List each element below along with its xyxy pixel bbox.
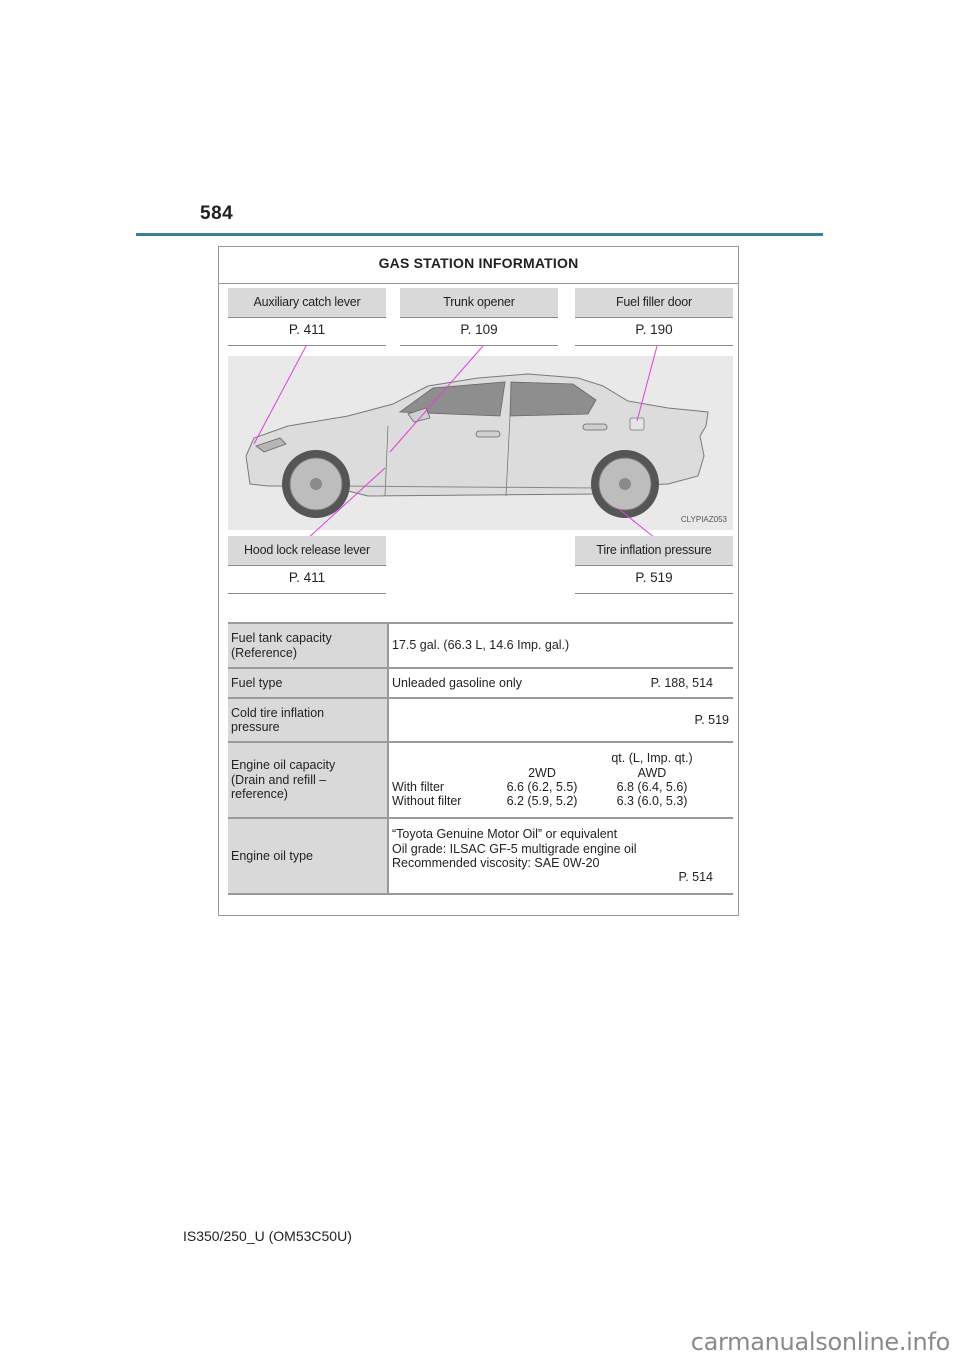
callout-auxiliary-catch-lever: Auxiliary catch lever P. 411 <box>228 288 386 346</box>
col-header-2wd: 2WD <box>528 765 556 780</box>
callout-trunk-opener: Trunk opener P. 109 <box>400 288 558 346</box>
car-side-view-icon <box>245 373 709 518</box>
key-text: Cold tire inflation <box>231 705 325 720</box>
key-text: Engine oil capacity <box>231 758 336 773</box>
page-reference-link[interactable]: P. 519 <box>575 566 733 594</box>
row-key: Fuel type <box>228 667 389 698</box>
oil-type-line: Recommended viscosity: SAE 0W-20 <box>392 856 600 870</box>
callout-label: Hood lock release lever <box>228 536 386 566</box>
table-row-engine-oil-capacity: Engine oil capacity (Drain and refill – … <box>228 741 733 818</box>
page-reference-link[interactable]: P. 411 <box>228 566 386 594</box>
oil-value-2wd: 6.6 (6.2, 5.5) <box>506 780 578 794</box>
callout-tire-inflation-pressure: Tire inflation pressure P. 519 <box>575 536 733 594</box>
header-rule <box>136 233 823 236</box>
fuel-tank-capacity-value: 17.5 gal. (66.3 L, 14.6 Imp. gal.) <box>392 638 570 653</box>
page-reference-link[interactable]: P. 188, 514 <box>651 676 713 690</box>
row-key: Fuel tank capacity (Reference) <box>228 622 389 668</box>
row-value: qt. (L, Imp. qt.) 2WD AWD With filter 6.6… <box>388 741 733 818</box>
page-reference-link[interactable]: P. 514 <box>392 870 729 884</box>
row-value: Unleaded gasoline only P. 188, 514 <box>388 667 733 698</box>
row-value: P. 519 <box>388 697 733 742</box>
footer-model-code: IS350/250_U (OM53C50U) <box>183 1228 352 1244</box>
oil-value-awd: 6.3 (6.0, 5.3) <box>616 794 688 809</box>
callout-label: Tire inflation pressure <box>575 536 733 566</box>
key-text: (Drain and refill – <box>231 772 327 787</box>
key-text: reference) <box>231 787 288 802</box>
oil-type-line: “Toyota Genuine Motor Oil” or equivalent <box>392 827 618 842</box>
car-illustration: CLYPIAZ053 <box>228 356 733 530</box>
col-header-awd: AWD <box>637 765 667 780</box>
oil-row-label: With filter <box>392 780 445 794</box>
table-row-fuel-type: Fuel type Unleaded gasoline only P. 188,… <box>228 667 733 698</box>
table-row-cold-tire: Cold tire inflation pressure P. 519 <box>228 697 733 742</box>
oil-value-2wd: 6.2 (5.9, 5.2) <box>506 794 578 809</box>
table-row-engine-oil-type: Engine oil type “Toyota Genuine Motor Oi… <box>228 817 733 895</box>
key-text: (Reference) <box>231 645 297 660</box>
callout-hood-lock-release-lever: Hood lock release lever P. 411 <box>228 536 386 594</box>
specs-table: Fuel tank capacity (Reference) 17.5 gal.… <box>228 622 733 895</box>
units-label: qt. (L, Imp. qt.) <box>611 751 693 766</box>
section-title: GAS STATION INFORMATION <box>219 247 738 284</box>
oil-row-label: Without filter <box>392 794 462 809</box>
key-text: Fuel tank capacity <box>231 631 332 646</box>
page-reference-link[interactable]: P. 109 <box>400 318 558 346</box>
page-number: 584 <box>200 203 234 224</box>
row-key: Engine oil type <box>228 817 389 895</box>
table-row-fuel-tank: Fuel tank capacity (Reference) 17.5 gal.… <box>228 622 733 668</box>
key-text: pressure <box>231 720 280 734</box>
oil-type-line: Oil grade: ILSAC GF-5 multigrade engine … <box>392 841 637 856</box>
watermark[interactable]: carmanualsonline.info <box>691 1328 951 1356</box>
row-value: 17.5 gal. (66.3 L, 14.6 Imp. gal.) <box>388 622 733 668</box>
illustration-id: CLYPIAZ053 <box>680 515 727 524</box>
oil-capacity-grid: qt. (L, Imp. qt.) 2WD AWD With filter 6.6… <box>392 751 729 809</box>
page-reference-link[interactable]: P. 411 <box>228 318 386 346</box>
page-reference-link[interactable]: P. 519 <box>694 713 729 727</box>
row-value: “Toyota Genuine Motor Oil” or equivalent… <box>388 817 733 895</box>
callout-label: Fuel filler door <box>575 288 733 318</box>
oil-value-awd: 6.8 (6.4, 5.6) <box>616 780 688 794</box>
row-key: Cold tire inflation pressure <box>228 697 389 742</box>
callout-label: Trunk opener <box>400 288 558 318</box>
row-key: Engine oil capacity (Drain and refill – … <box>228 741 389 818</box>
callout-fuel-filler-door: Fuel filler door P. 190 <box>575 288 733 346</box>
fuel-type-value: Unleaded gasoline only <box>392 675 522 690</box>
page-reference-link[interactable]: P. 190 <box>575 318 733 346</box>
callout-label: Auxiliary catch lever <box>228 288 386 318</box>
